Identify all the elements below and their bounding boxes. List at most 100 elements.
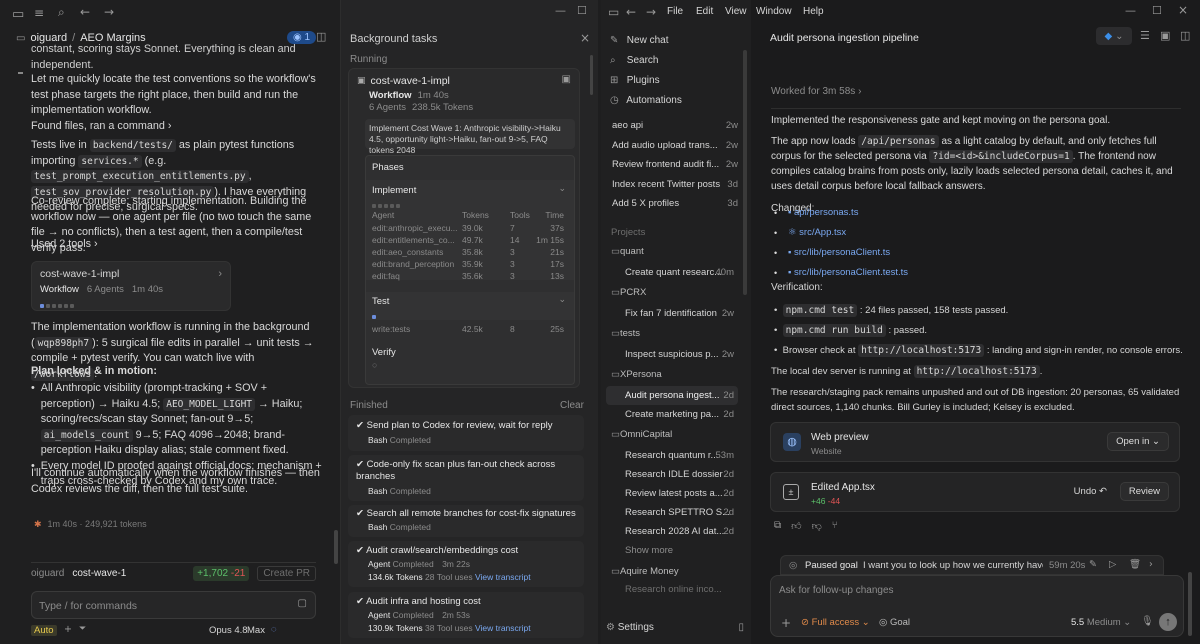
menu-icon[interactable]: ≡ [34,6,44,20]
project-chat-item[interactable]: Audit persona ingest... 2d [606,386,738,405]
maximize-icon[interactable]: ☐ [1152,4,1162,17]
followup-input[interactable]: Ask for follow-up changes + ⊘ Full acces… [770,575,1184,637]
more-icon[interactable]: ··· [899,30,910,42]
chat-item[interactable]: Add audio upload trans... 2w [606,136,738,156]
forward-icon[interactable]: → [646,5,656,19]
workflow-card[interactable]: cost-wave-1-impl › Workflow 6 Agents 1m … [31,261,231,311]
view-transcript-link[interactable]: View transcript [475,572,531,582]
split-icon[interactable]: ◫ [1180,29,1190,42]
running-task-card[interactable]: ▣ cost-wave-1-impl ▣ Workflow 1m 40s 6 A… [348,68,580,388]
mode-selector[interactable]: Auto [31,625,57,636]
project-folder[interactable]: ▭ OmniCapital [606,424,738,446]
model-selector[interactable]: 5.5 Medium ⌄ [1071,617,1131,628]
back-icon[interactable]: ← [80,5,90,19]
maximize-icon[interactable]: ☐ [577,4,587,17]
sidebar-toggle-icon[interactable]: ▭ [12,6,24,22]
open-in-button[interactable]: Open in ⌄ [1107,432,1169,451]
web-preview-card[interactable]: ◍ Web preview Website Open in ⌄ [770,422,1180,462]
finished-task[interactable]: ✔ Audit crawl/search/embeddings cost Age… [348,541,584,587]
close-icon[interactable]: × [580,31,590,45]
project-folder[interactable]: ▭ quant [606,241,738,263]
settings-button[interactable]: ⚙ Settings ▯ [606,622,744,633]
thumbs-up-icon[interactable]: 👍︎ [791,520,801,532]
back-icon[interactable]: ← [626,5,636,19]
project-chat-item[interactable]: Inspect suspicious p... 2w [606,345,738,364]
chat-item[interactable]: Review frontend audit fi... 2w [606,155,738,175]
finished-task[interactable]: ✔ Search all remote branches for cost-fi… [348,505,584,537]
file-link[interactable]: src/lib/personaClient.ts [794,247,890,258]
project-chat-item[interactable]: Research IDLE dossier 2d [606,465,738,484]
chat-item[interactable]: Index recent Twitter posts 3d [606,175,738,195]
menu-help[interactable]: Help [803,6,824,17]
file-link[interactable]: src/App.tsx [799,227,846,238]
file-link[interactable]: src/lib/personaClient.test.ts [794,267,908,278]
chat-item[interactable]: Add 5 X profiles 3d [606,194,738,214]
menu-window[interactable]: Window [756,6,803,17]
worked-summary[interactable]: Worked for 3m 58s › [771,86,861,97]
search-icon[interactable]: ⌕ [58,5,65,20]
thumbs-down-icon[interactable]: 👎︎ [812,520,822,532]
show-more-link[interactable]: Show more [606,541,738,561]
sidebar-toggle-icon[interactable]: ▭ [608,5,619,19]
delete-icon[interactable]: 🗑︎ [1129,559,1141,570]
tool-summary[interactable]: Used 2 tools › [31,237,323,253]
model-selector[interactable]: Opus 4.8 [209,625,248,636]
open-in-editor-button[interactable]: ◆ ⌄ [1096,27,1132,45]
effort-selector[interactable]: Max [247,625,265,636]
terminal-icon[interactable]: ▣ [1160,29,1170,42]
automations-button[interactable]: ◷ Automations [610,91,682,111]
undo-button[interactable]: Undo ↶ [1074,486,1107,497]
goal-button[interactable]: ◎ Goal [879,617,910,628]
project-chat-item[interactable]: Create quant researc... 40m [606,263,738,282]
menu-file[interactable]: File [667,6,696,17]
project-folder[interactable]: ▭ PCRX [606,282,738,304]
command-input[interactable]: Type / for commands ▢ [31,591,316,619]
minimize-icon[interactable]: — [555,4,566,17]
view-transcript-link[interactable]: View transcript [475,623,531,633]
chevron-right-icon[interactable]: › [1149,559,1153,570]
project-folder[interactable]: ▭ tests [606,323,738,345]
play-icon[interactable]: ▷ [1109,559,1116,570]
phase-verify[interactable]: Verify ○ [366,342,574,372]
branch-name[interactable]: cost-wave-1 [72,568,126,579]
project-chat-item[interactable]: Research quantum r... 53m [606,446,738,465]
new-chat-button[interactable]: ✎ New chat [610,31,682,51]
menu-view[interactable]: View [725,6,756,17]
fork-icon[interactable]: ⑂ [832,520,838,532]
mic-icon[interactable]: ⏷ [79,624,86,634]
project-folder[interactable]: ▭ Aquire Money [606,561,738,583]
project-chat-item[interactable]: Fix fan 7 identification 2w [606,304,738,323]
paused-goal-bar[interactable]: ◎ Paused goal I want you to look up how … [780,555,1164,575]
edit-icon[interactable]: ✎ [1089,559,1097,570]
project-chat-item[interactable]: Review latest posts a... 2d [606,484,738,503]
chat-item[interactable]: aeo api 2w [606,116,738,136]
send-button[interactable]: ↑ [1159,613,1177,631]
project-chat-item[interactable]: Research online inco... [606,583,738,597]
finished-task[interactable]: ✔ Audit infra and hosting cost Agent Com… [348,592,584,638]
phase-test[interactable]: Test ⌄ [366,292,574,320]
project-chat-item[interactable]: Create marketing pa... 2d [606,405,738,424]
review-button[interactable]: Review [1119,482,1169,501]
edited-file-card[interactable]: ± Edited App.tsx +46 -44 Undo ↶ Review [770,472,1180,512]
mic-icon[interactable]: 🎙︎ [1141,616,1154,627]
plugins-button[interactable]: ⊞ Plugins [610,71,682,91]
create-pr-button[interactable]: Create PR [257,566,316,581]
search-button[interactable]: ⌕ Search [610,51,682,71]
scrollbar[interactable] [1188,572,1192,636]
stop-task-icon[interactable]: ▣ [562,74,571,85]
file-link[interactable]: api/personas.ts [794,207,858,218]
panel-icon[interactable]: ▯ [738,622,744,633]
plus-icon[interactable]: + [781,616,791,630]
clear-button[interactable]: Clear [560,400,584,411]
copy-icon[interactable]: ⧉ [774,520,781,532]
menu-edit[interactable]: Edit [696,6,725,17]
close-icon[interactable]: × [1178,3,1188,17]
finished-task[interactable]: ✔ Send plan to Codex for review, wait fo… [348,415,584,451]
sidebar-scrollbar[interactable] [743,50,747,295]
plus-icon[interactable]: + [64,624,72,635]
minimize-icon[interactable]: — [1125,4,1136,17]
stop-icon[interactable]: ▢ [298,598,307,609]
access-selector[interactable]: ⊘ Full access ⌄ [801,617,870,628]
project-chat-item[interactable]: Research 2028 AI dat... 2d [606,522,738,541]
list-icon[interactable]: ☰ [1140,29,1150,42]
